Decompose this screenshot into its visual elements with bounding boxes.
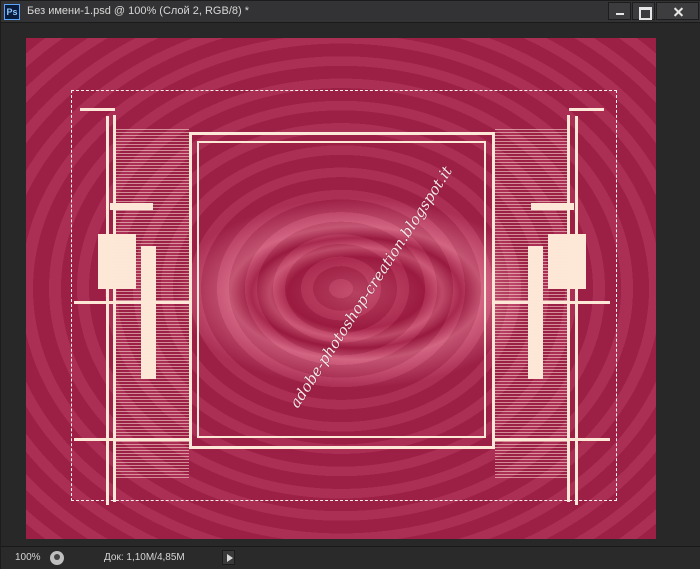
photoshop-icon: Ps: [4, 4, 20, 20]
document-canvas[interactable]: adobe-photoshop-creation.blogspot.it: [26, 38, 656, 539]
workspace-area: adobe-photoshop-creation.blogspot.it: [1, 23, 700, 546]
close-button[interactable]: [656, 2, 699, 20]
minimize-button[interactable]: [608, 2, 631, 20]
status-menu-button[interactable]: [222, 550, 235, 565]
zoom-level[interactable]: 100%: [15, 552, 41, 563]
status-bar: 100% Док: 1,10M/4,85M: [1, 546, 700, 569]
document-title: Без имени-1.psd @ 100% (Слой 2, RGB/8) *: [27, 5, 249, 17]
title-bar[interactable]: Ps Без имени-1.psd @ 100% (Слой 2, RGB/8…: [1, 1, 700, 23]
photoshop-document-window: Ps Без имени-1.psd @ 100% (Слой 2, RGB/8…: [0, 0, 700, 569]
document-size-info: Док: 1,10M/4,85M: [104, 552, 185, 563]
selection-marquee: [71, 90, 617, 501]
proof-icon[interactable]: [50, 551, 64, 565]
restore-button[interactable]: [632, 2, 655, 20]
